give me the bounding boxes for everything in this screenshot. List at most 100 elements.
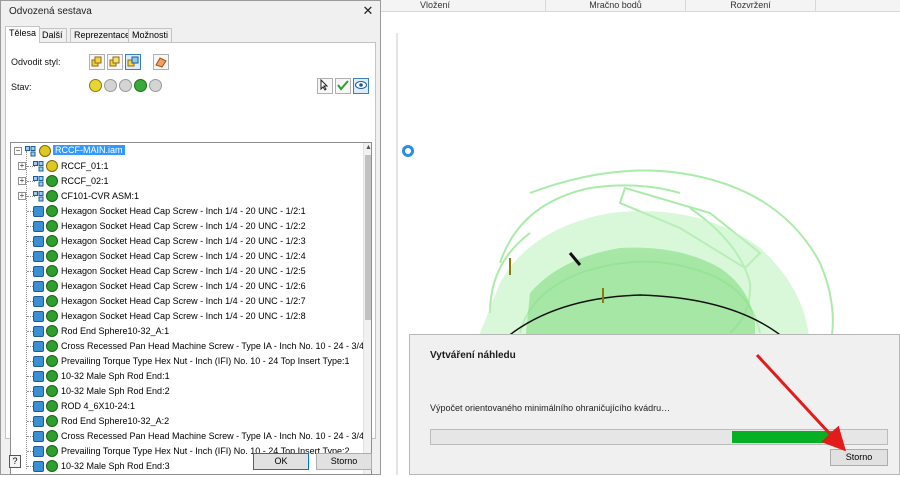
tree-row[interactable]: Hexagon Socket Head Cap Screw - Inch 1/4… [11,309,363,324]
tree-item-label: Rod End Sphere10-32_A:1 [61,326,170,336]
tree-row[interactable]: Cross Recessed Pan Head Machine Screw - … [11,429,371,444]
tree-item-label: Hexagon Socket Head Cap Screw - Inch 1/4… [61,251,306,261]
state-include-icon[interactable] [46,340,58,352]
assembly-icon [33,176,44,187]
tab-options[interactable]: Možnosti [128,28,173,42]
derive-style-solid-keep-seams-button[interactable] [107,54,123,70]
state-include-icon[interactable] [46,400,58,412]
state-intersect-icon[interactable] [149,79,162,92]
state-include-icon[interactable] [46,325,58,337]
tab-other[interactable]: Další [38,28,67,42]
eye-icon [355,81,367,89]
preview-toggle-button[interactable] [353,78,369,94]
tree-row[interactable]: Hexagon Socket Head Cap Screw - Inch 1/4… [11,294,363,309]
state-subtract-icon[interactable] [134,79,147,92]
surfaces-icon [155,57,167,68]
part-icon [33,326,44,337]
scroll-thumb[interactable] [365,155,371,320]
progress-message: Výpočet orientovaného minimálního ohrani… [430,403,671,413]
state-include-icon[interactable] [46,205,58,217]
state-include-icon[interactable] [46,280,58,292]
expand-icon[interactable]: + [18,162,26,170]
part-icon [33,401,44,412]
ribbon-tab-layout[interactable]: Rozvržení [685,0,815,12]
ribbon-tab-point-cloud[interactable]: Mračno bodů [545,0,685,12]
state-mixed-icon[interactable] [46,160,58,172]
tree-item-label: CF101-CVR ASM:1 [61,191,140,201]
part-icon [33,236,44,247]
tree-row[interactable]: Prevailing Torque Type Hex Nut - Inch (I… [11,354,363,369]
state-exclude-icon[interactable] [104,79,117,92]
tree-row[interactable]: Rod End Sphere10-32_A:1 [11,324,363,339]
tree-row[interactable]: Hexagon Socket Head Cap Screw - Inch 1/4… [11,204,363,219]
apply-check-button[interactable] [335,78,351,94]
state-include-icon[interactable] [46,190,58,202]
derive-style-multiple-solids-button[interactable] [125,54,141,70]
tree-row[interactable]: Rod End Sphere10-32_A:2 [11,414,363,429]
state-include-icon[interactable] [46,445,58,457]
tree-scrollbar[interactable]: ▲ ▼ [363,143,371,474]
tree-item-label: Prevailing Torque Type Hex Nut - Inch (I… [61,356,350,366]
tree-row[interactable]: + CF101-CVR ASM:1 [11,189,363,204]
tree-row[interactable]: Hexagon Socket Head Cap Screw - Inch 1/4… [11,249,363,264]
tree-row[interactable]: 10-32 Male Sph Rod End:3 [11,459,363,474]
tree-row[interactable]: 10-32 Male Sph Rod End:2 [11,384,363,399]
state-mixed-icon[interactable] [39,145,51,157]
part-icon [33,446,44,457]
tree-row[interactable]: 10-32 Male Sph Rod End:1 [11,369,363,384]
tree-row[interactable]: Hexagon Socket Head Cap Screw - Inch 1/4… [11,234,363,249]
tree-row[interactable]: Hexagon Socket Head Cap Screw - Inch 1/4… [11,264,363,279]
scroll-up-icon[interactable]: ▲ [364,143,371,153]
tree-item-label: Hexagon Socket Head Cap Screw - Inch 1/4… [61,281,306,291]
tree-item-label: Hexagon Socket Head Cap Screw - Inch 1/4… [61,296,306,306]
preview-progress-dialog: Vytváření náhledu Výpočet orientovaného … [409,334,900,475]
cancel-button[interactable]: Storno [316,453,372,470]
state-include-icon[interactable] [46,385,58,397]
state-include-icon[interactable] [46,460,58,472]
state-include-icon[interactable] [46,235,58,247]
state-include-icon[interactable] [46,250,58,262]
tree-row[interactable]: ROD 4_6X10-24:1 [11,399,363,414]
collapse-icon[interactable]: − [14,147,22,155]
state-include-icon[interactable] [46,430,58,442]
tree-row[interactable]: Hexagon Socket Head Cap Screw - Inch 1/4… [11,219,363,234]
tree-row[interactable]: Cross Recessed Pan Head Machine Screw - … [11,339,371,354]
progress-bar-fill [731,431,837,443]
tree-row[interactable]: Prevailing Torque Type Hex Nut - Inch (I… [11,444,363,459]
state-include-icon[interactable] [89,79,102,92]
state-include-icon[interactable] [46,220,58,232]
tree-item-label: Hexagon Socket Head Cap Screw - Inch 1/4… [61,311,306,321]
state-include-icon[interactable] [46,415,58,427]
state-bounding-box-icon[interactable] [119,79,132,92]
progress-cancel-button[interactable]: Storno [830,449,888,466]
ribbon-tab-insert[interactable]: Vložení [380,0,490,12]
state-include-icon[interactable] [46,175,58,187]
part-icon [33,371,44,382]
state-include-icon[interactable] [46,295,58,307]
tree-row-root[interactable]: − RCCF-MAIN.iam [11,144,363,159]
derived-assembly-dialog: Odvozená sestava ✕ Tělesa Další Reprezen… [0,0,381,475]
derive-style-surfaces-button[interactable] [153,54,169,70]
loading-indicator-icon [402,145,414,157]
expand-icon[interactable]: + [18,177,26,185]
help-icon[interactable]: ? [9,455,21,468]
state-include-icon[interactable] [46,355,58,367]
state-include-icon[interactable] [46,310,58,322]
tree-row[interactable]: + RCCF_01:1 [11,159,363,174]
tree-row[interactable]: + RCCF_02:1 [11,174,363,189]
derive-style-single-solid-button[interactable] [89,54,105,70]
component-tree[interactable]: − RCCF-MAIN.iam + RCCF_01:1 + RCCF_02:1 + CF101… [10,142,372,475]
ok-button[interactable]: OK [253,453,309,470]
assembly-icon [33,161,44,172]
tree-row[interactable]: Hexagon Socket Head Cap Screw - Inch 1/4… [11,279,363,294]
state-include-icon[interactable] [46,265,58,277]
progress-title: Vytváření náhledu [430,350,516,361]
tree-item-label: Hexagon Socket Head Cap Screw - Inch 1/4… [61,221,306,231]
solid-keep-seams-icon [109,56,120,67]
tab-representation[interactable]: Reprezentace [70,28,135,42]
state-include-icon[interactable] [46,370,58,382]
expand-icon[interactable]: + [18,192,26,200]
tab-bodies[interactable]: Tělesa [5,26,41,43]
select-pointer-icon[interactable] [317,78,333,94]
close-icon[interactable]: ✕ [361,4,375,18]
